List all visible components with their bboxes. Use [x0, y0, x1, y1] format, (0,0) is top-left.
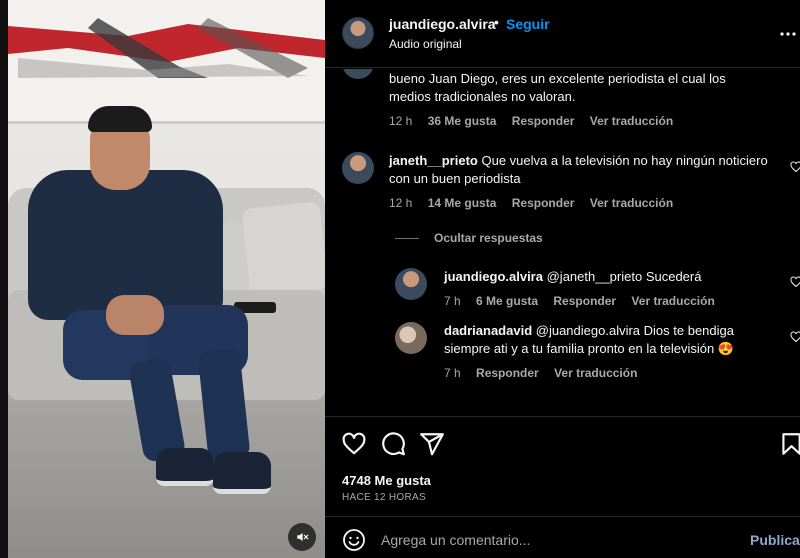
translate-button[interactable]: Ver traducción	[631, 294, 714, 308]
person-hair	[88, 106, 152, 132]
translate-button[interactable]: Ver traducción	[590, 196, 673, 210]
comment-text: bueno Juan Diego, eres un excelente peri…	[389, 71, 726, 104]
reply-likes[interactable]: 6 Me gusta	[476, 294, 538, 308]
wall-painting	[8, 0, 325, 124]
comment-time: 12 h	[389, 114, 413, 128]
like-comment-heart-icon[interactable]	[790, 331, 800, 343]
hide-replies-button[interactable]: Ocultar respuestas	[434, 231, 543, 245]
avatar[interactable]	[342, 152, 374, 184]
reply-text: dadrianadavid @juandiego.alvira Dios te …	[444, 322, 774, 358]
comment-likes[interactable]: 36 Me gusta	[428, 114, 497, 128]
person-shoe	[213, 452, 271, 494]
comment-username[interactable]: janeth__prieto	[389, 153, 478, 168]
replies-divider	[395, 238, 419, 239]
person-hands	[106, 295, 164, 335]
post-comment-button[interactable]: Publicar	[750, 532, 800, 548]
post-sidebar: juandiego.alvira • Seguir Audio original…	[325, 0, 800, 558]
post-timestamp: HACE 12 HORAS	[342, 492, 426, 503]
translate-button[interactable]: Ver traducción	[590, 114, 673, 128]
audio-label[interactable]: Audio original	[389, 37, 462, 51]
comment-text: janeth__prieto Que vuelva a la televisió…	[389, 152, 769, 188]
like-comment-heart-icon[interactable]	[790, 161, 800, 173]
reply-username[interactable]: juandiego.alvira	[444, 269, 543, 284]
speaker-muted-icon	[297, 532, 309, 542]
comment-icon[interactable]	[380, 431, 406, 457]
avatar[interactable]	[342, 69, 374, 79]
post-video[interactable]	[8, 0, 325, 558]
avatar[interactable]	[395, 268, 427, 300]
translate-button[interactable]: Ver traducción	[554, 366, 637, 380]
emoji-icon[interactable]	[342, 528, 366, 552]
like-count[interactable]: 4748 Me gusta	[342, 473, 431, 488]
reply-button[interactable]: Responder	[476, 366, 539, 380]
left-edge	[0, 0, 8, 558]
person-shoe	[156, 448, 214, 486]
reply-button[interactable]: Responder	[553, 294, 616, 308]
reply-text: juandiego.alvira @janeth__prieto Suceder…	[444, 268, 774, 286]
follow-button[interactable]: Seguir	[506, 16, 550, 32]
comment-input[interactable]	[381, 529, 721, 551]
reply-button[interactable]: Responder	[512, 114, 575, 128]
separator-dot: •	[494, 14, 499, 30]
mute-button[interactable]	[288, 523, 316, 551]
comments-list[interactable]: bueno Juan Diego, eres un excelente peri…	[325, 69, 800, 416]
reply-meta: 7 h Responder Ver traducción	[444, 366, 649, 380]
comment-composer: Publicar	[325, 516, 800, 558]
comment-meta: 12 h 14 Me gusta Responder Ver traducció…	[389, 196, 685, 210]
more-horizontal-icon[interactable]	[780, 20, 796, 41]
comment-time: 12 h	[389, 196, 413, 210]
author-username[interactable]: juandiego.alvira	[389, 16, 496, 32]
reply-meta: 7 h 6 Me gusta Responder Ver traducción	[444, 294, 727, 308]
painting-strokes	[8, 18, 325, 78]
reply-button[interactable]: Responder	[512, 196, 575, 210]
avatar[interactable]	[342, 17, 374, 49]
reply-username[interactable]: dadrianadavid	[444, 323, 532, 338]
sofa-cushion	[241, 201, 325, 297]
reply-time: 7 h	[444, 294, 461, 308]
bookmark-icon[interactable]	[778, 431, 800, 457]
post-header: juandiego.alvira • Seguir Audio original	[325, 0, 800, 68]
avatar[interactable]	[395, 322, 427, 354]
comment-meta: 12 h 36 Me gusta Responder Ver traducció…	[389, 114, 685, 128]
share-icon[interactable]	[419, 431, 445, 457]
heart-icon[interactable]	[341, 431, 367, 457]
post-actions: 4748 Me gusta HACE 12 HORAS	[325, 416, 800, 516]
reply-time: 7 h	[444, 366, 461, 380]
comment-likes[interactable]: 14 Me gusta	[428, 196, 497, 210]
reply-body: @janeth__prieto Sucederá	[546, 269, 702, 284]
like-comment-heart-icon[interactable]	[790, 276, 800, 288]
